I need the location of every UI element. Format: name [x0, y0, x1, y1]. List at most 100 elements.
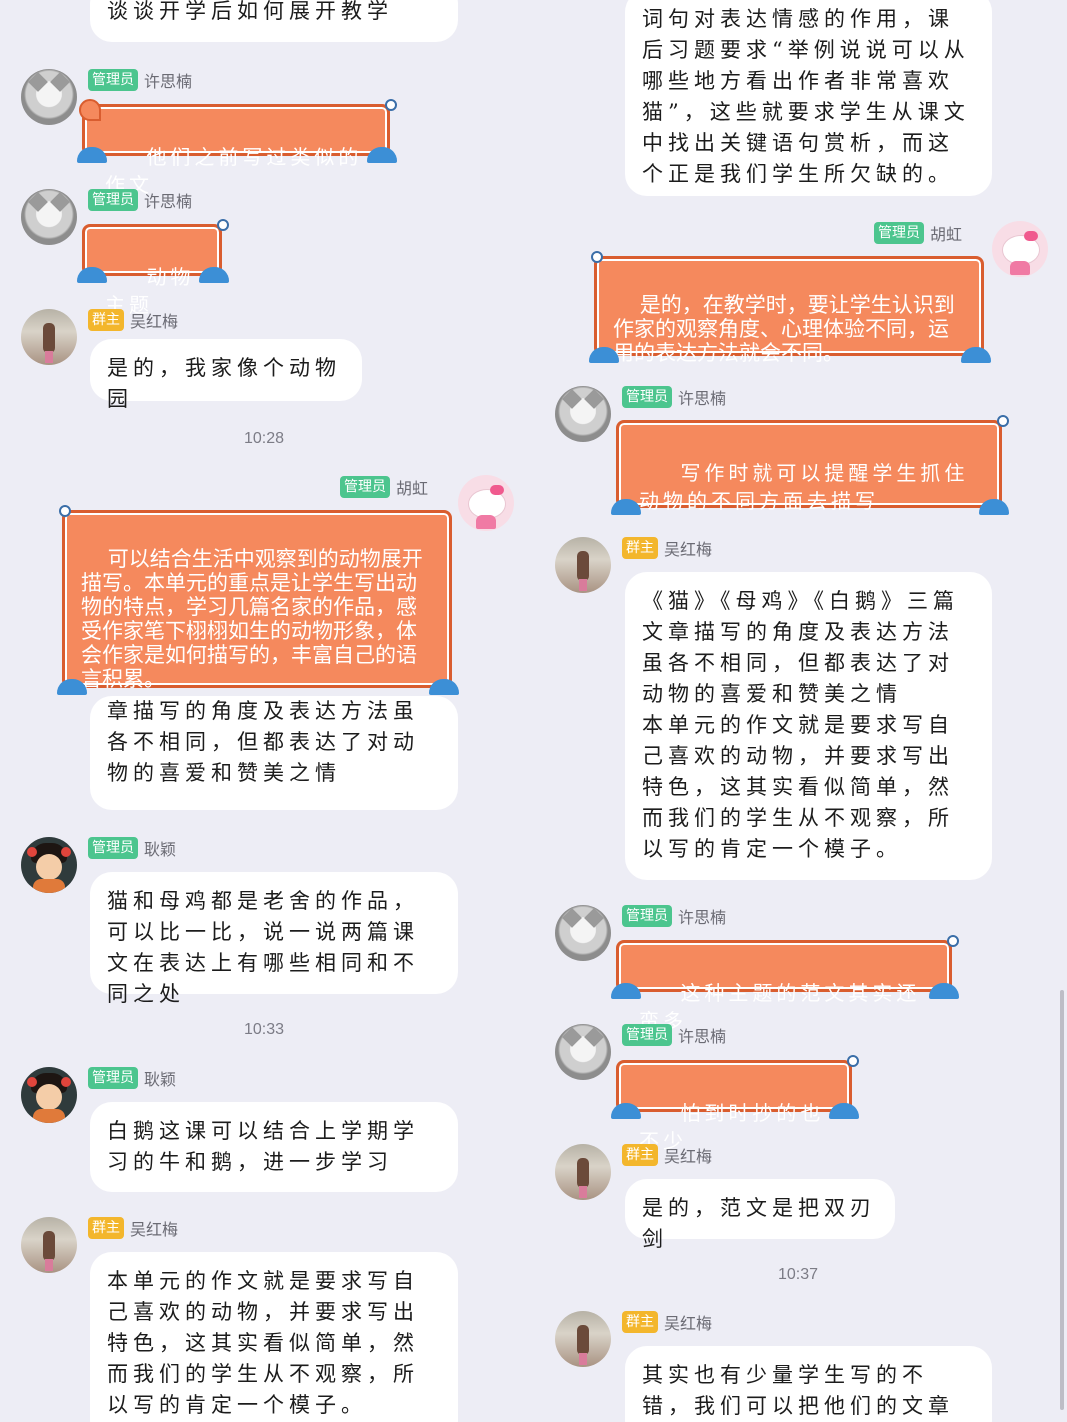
timestamp: 10:28 — [244, 430, 285, 447]
avatar-hello-kitty-icon[interactable] — [458, 475, 514, 531]
wave-icon — [611, 1103, 641, 1119]
owner-badge: 群主 — [622, 1144, 658, 1166]
sender-row: 管理员 许思楠 — [622, 904, 726, 928]
message-bubble[interactable]: 是的，我家像个动物园 — [90, 339, 362, 411]
bubble-dot-icon — [217, 219, 229, 231]
avatar-cat-icon[interactable] — [21, 189, 77, 245]
sticker-message-bubble[interactable]: 写作时就可以提醒学生抓住动物的不同方面去描写 — [611, 415, 1009, 515]
message-bubble[interactable]: 《猫》《母鸡》《白鹅》三篇文章描写的角度及表达方法虽各不相同，但都表达了对动物的… — [625, 572, 992, 880]
admin-badge: 管理员 — [622, 1024, 672, 1046]
wave-icon — [929, 983, 959, 999]
admin-badge: 管理员 — [622, 905, 672, 927]
bubble-dot-icon — [59, 505, 71, 517]
admin-badge: 管理员 — [622, 386, 672, 408]
chat-column-right: 词句对表达情感的作用，课后习题要求“举例说说可以从哪些地方看出作者非常喜欢猫”，… — [534, 0, 1067, 1422]
sender-row: 管理员 胡虹 — [340, 475, 428, 499]
sender-name: 胡虹 — [930, 225, 963, 244]
avatar-cat-icon[interactable] — [555, 386, 611, 442]
bubble-dot-icon — [847, 1055, 859, 1067]
wave-icon — [611, 983, 641, 999]
sender-name: 胡虹 — [396, 479, 429, 498]
wave-icon — [611, 499, 641, 515]
scrollbar[interactable] — [1060, 990, 1064, 1410]
sticker-message-bubble[interactable]: 怕到时抄的也不少 — [611, 1055, 859, 1153]
avatar-cat-icon[interactable] — [21, 69, 77, 125]
message-bubble[interactable]: 本单元的作文就是要求写自己喜欢的动物，并要求写出特色，这其实看似简单，然而我们的… — [90, 1252, 458, 1422]
message-bubble[interactable]: 猫和母鸡都是老舍的作品，可以比一比，说一说两篇课文在表达上有哪些相同和不同之处 — [90, 872, 458, 1006]
sender-name: 吴红梅 — [130, 1220, 179, 1239]
bubble-dot-icon — [385, 99, 397, 111]
sender-row: 群主 吴红梅 — [88, 308, 178, 332]
admin-badge: 管理员 — [88, 189, 138, 211]
wave-icon — [367, 147, 397, 163]
timestamp: 10:37 — [778, 1266, 819, 1283]
admin-badge: 管理员 — [88, 1067, 138, 1089]
sender-row: 管理员 胡虹 — [874, 221, 962, 245]
sender-name: 吴红梅 — [664, 1314, 713, 1333]
sender-row: 管理员 许思楠 — [88, 68, 192, 92]
avatar-girl-icon[interactable] — [21, 1217, 77, 1273]
bubble-dot-icon — [947, 935, 959, 947]
sender-name: 吴红梅 — [130, 312, 179, 331]
sender-name: 吴红梅 — [664, 540, 713, 559]
timestamp: 10:33 — [244, 1021, 285, 1038]
sticker-message-bubble[interactable]: 是的，在教学时，要让学生认识到作家的观察角度、心理体验不同，运用的表达方法就会不… — [589, 251, 991, 365]
message-bubble[interactable]: 是的，范文是把双刃剑 — [625, 1179, 895, 1251]
sticker-message-bubble[interactable]: 动物主题 — [77, 219, 229, 317]
avatar-hello-kitty-icon[interactable] — [992, 221, 1048, 277]
avatar-cat-icon[interactable] — [555, 905, 611, 961]
sender-name: 许思楠 — [678, 389, 727, 408]
bubble-dot-icon — [997, 415, 1009, 427]
sender-name: 耿颖 — [144, 840, 177, 859]
sender-name: 吴红梅 — [664, 1147, 713, 1166]
chat-column-left: 谈谈开学后如何展开教学 管理员 许思楠 他们之前写过类似的作文 管理员 许思楠 … — [0, 0, 533, 1422]
wave-icon — [77, 147, 107, 163]
wave-icon — [429, 679, 459, 695]
wave-icon — [829, 1103, 859, 1119]
avatar-cat-icon[interactable] — [555, 1024, 611, 1080]
wave-icon — [961, 347, 991, 363]
message-bubble[interactable]: 章描写的角度及表达方法虽各不相同，但都表达了对动物的喜爱和赞美之情 — [90, 696, 458, 810]
sticker-message-bubble[interactable]: 这种主题的范文其实还蛮多 — [611, 935, 959, 1033]
sender-row: 管理员 许思楠 — [622, 1023, 726, 1047]
message-bubble[interactable]: 词句对表达情感的作用，课后习题要求“举例说说可以从哪些地方看出作者非常喜欢猫”，… — [625, 0, 992, 196]
wave-icon — [77, 267, 107, 283]
sender-name: 许思楠 — [144, 72, 193, 91]
sender-row: 管理员 耿颖 — [88, 836, 176, 860]
admin-badge: 管理员 — [88, 69, 138, 91]
sender-row: 群主 吴红梅 — [622, 1310, 712, 1334]
avatar-cartoon-girl-icon[interactable] — [21, 1067, 77, 1123]
avatar-girl-icon[interactable] — [555, 1311, 611, 1367]
admin-badge: 管理员 — [340, 476, 390, 498]
message-bubble[interactable]: 谈谈开学后如何展开教学 — [90, 0, 458, 42]
message-bubble[interactable]: 其实也有少量学生写的不错，我们可以把他们的文章作范文 — [625, 1346, 992, 1422]
admin-badge: 管理员 — [874, 222, 924, 244]
avatar-girl-icon[interactable] — [21, 309, 77, 365]
owner-badge: 群主 — [622, 537, 658, 559]
owner-badge: 群主 — [622, 1311, 658, 1333]
sender-name: 许思楠 — [678, 908, 727, 927]
message-text: 是的，在教学时，要让学生认识到作家的观察角度、心理体验不同，运用的表达方法就会不… — [613, 293, 955, 365]
admin-badge: 管理员 — [88, 837, 138, 859]
sender-row: 管理员 耿颖 — [88, 1066, 176, 1090]
sticker-message-bubble[interactable]: 可以结合生活中观察到的动物展开描写。本单元的重点是让学生写出动物的特点，学习几篇… — [57, 505, 459, 695]
sender-name: 许思楠 — [144, 192, 193, 211]
sender-name: 许思楠 — [678, 1027, 727, 1046]
owner-badge: 群主 — [88, 1217, 124, 1239]
avatar-cartoon-girl-icon[interactable] — [21, 837, 77, 893]
wave-icon — [199, 267, 229, 283]
message-bubble[interactable]: 白鹅这课可以结合上学期学习的牛和鹅，进一步学习 — [90, 1102, 458, 1192]
sender-name: 耿颖 — [144, 1070, 177, 1089]
wave-icon — [979, 499, 1009, 515]
fish-tail-icon — [79, 99, 101, 121]
message-text: 可以结合生活中观察到的动物展开描写。本单元的重点是让学生写出动物的特点，学习几篇… — [81, 547, 423, 691]
message-text: 写作时就可以提醒学生抓住动物的不同方面去描写 — [639, 461, 969, 513]
avatar-girl-icon[interactable] — [555, 537, 611, 593]
avatar-girl-icon[interactable] — [555, 1144, 611, 1200]
sender-row: 群主 吴红梅 — [88, 1216, 178, 1240]
sender-row: 管理员 许思楠 — [88, 188, 192, 212]
owner-badge: 群主 — [88, 309, 124, 331]
sticker-message-bubble[interactable]: 他们之前写过类似的作文 — [77, 99, 397, 197]
sender-row: 群主 吴红梅 — [622, 536, 712, 560]
sender-row: 群主 吴红梅 — [622, 1143, 712, 1167]
